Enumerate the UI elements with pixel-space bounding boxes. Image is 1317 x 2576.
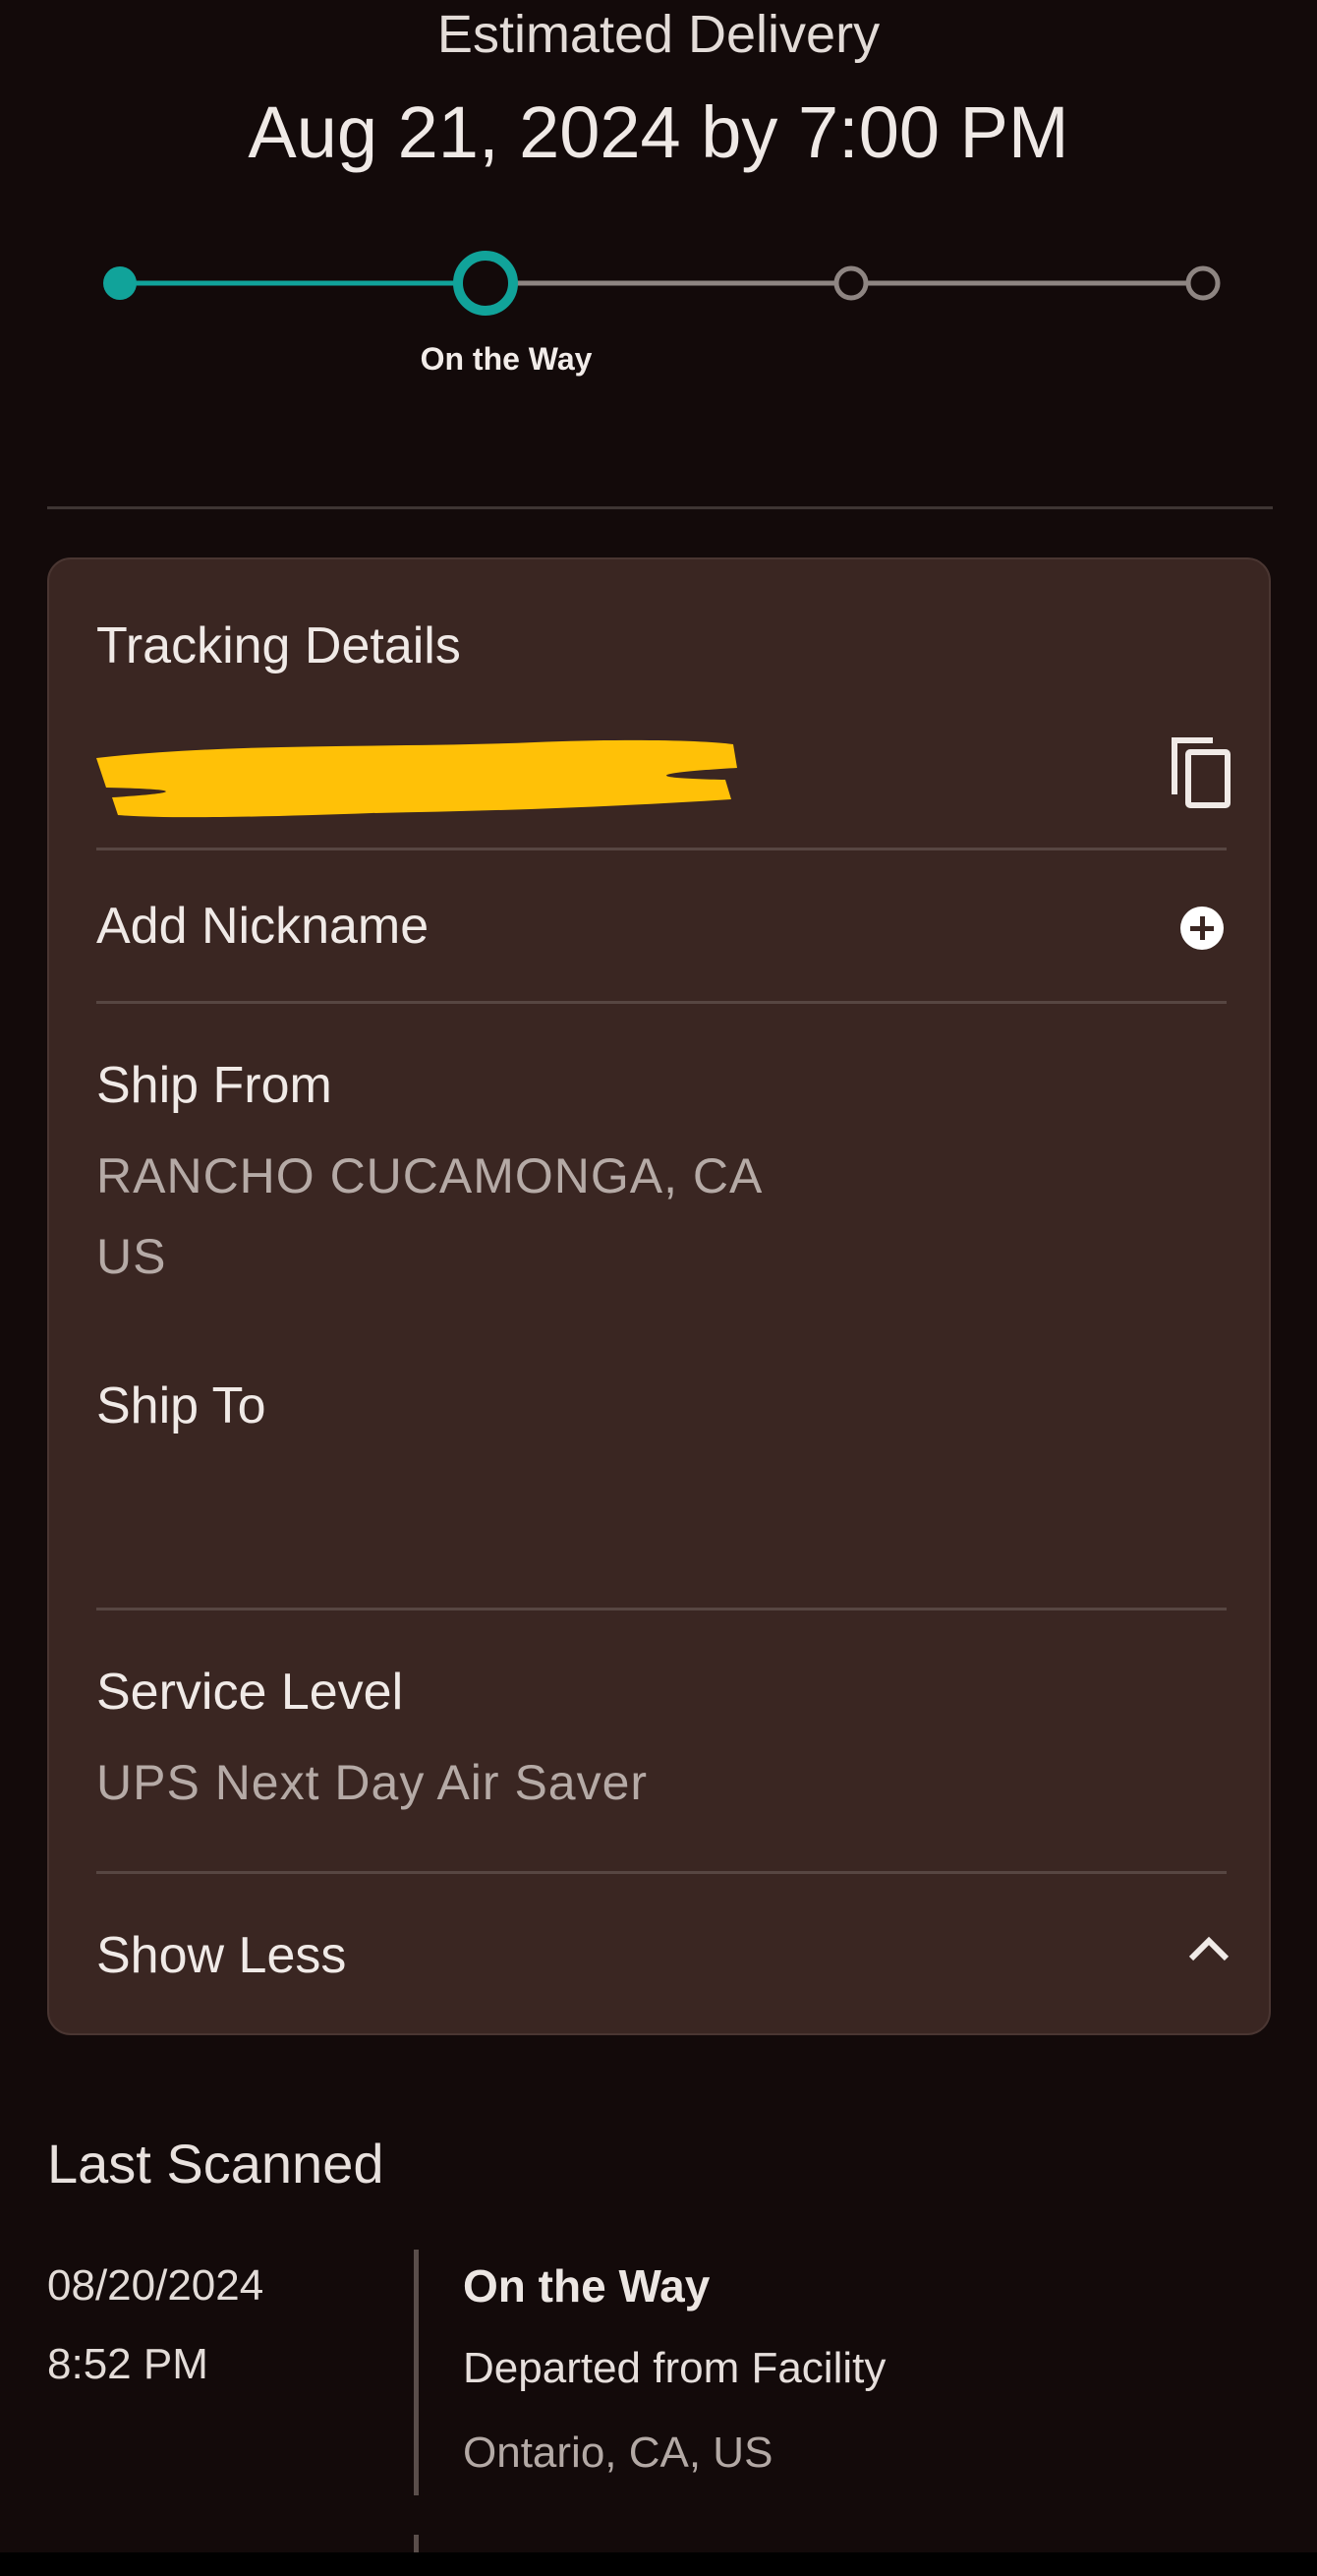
timeline-line [414,2250,419,2495]
scan-location: Ontario, CA, US [463,2429,773,2477]
row-divider [96,1871,1227,1874]
scan-description: Departed from Facility [463,2344,887,2392]
scan-date: 08/20/2024 [47,2261,264,2310]
plus-circle-icon[interactable] [1177,904,1227,953]
progress-step-1 [103,266,137,300]
row-divider [96,848,1227,850]
scan-status: On the Way [463,2260,711,2312]
add-nickname-label: Add Nickname [96,898,429,955]
row-divider [96,1608,1227,1610]
tracking-details-card: Tracking Details Add Nickname Ship From … [47,557,1271,2035]
show-less-label: Show Less [96,1927,347,1984]
last-scanned-title: Last Scanned [47,2133,384,2195]
service-level-label: Service Level [96,1664,404,1721]
progress-track [103,251,1221,316]
ship-from-line2: US [96,1229,167,1284]
estimated-delivery-date: Aug 21, 2024 by 7:00 PM [248,91,1069,173]
ship-from-address: RANCHO CUCAMONGA, CA US [96,1136,763,1297]
progress-step-4 [1185,265,1221,301]
copy-icon[interactable] [1167,734,1235,809]
chevron-up-icon[interactable] [1185,1931,1232,1964]
service-level-value: UPS Next Day Air Saver [96,1755,649,1810]
ship-from-line1: RANCHO CUCAMONGA, CA [96,1148,764,1203]
tracking-details-title: Tracking Details [96,617,461,674]
ship-to-label: Ship To [96,1377,266,1434]
scan-time: 8:52 PM [47,2340,208,2388]
progress-step-3 [833,265,869,301]
section-divider [47,506,1273,509]
progress-step-2-current [453,251,518,316]
shipment-progress: On the Way [0,246,1317,393]
estimated-delivery-label: Estimated Delivery [436,5,881,64]
ship-from-label: Ship From [96,1057,332,1114]
progress-current-label: On the Way [420,341,593,377]
row-divider [96,1001,1227,1004]
redacted-tracking-number [96,739,737,818]
bottom-edge [0,2552,1317,2576]
